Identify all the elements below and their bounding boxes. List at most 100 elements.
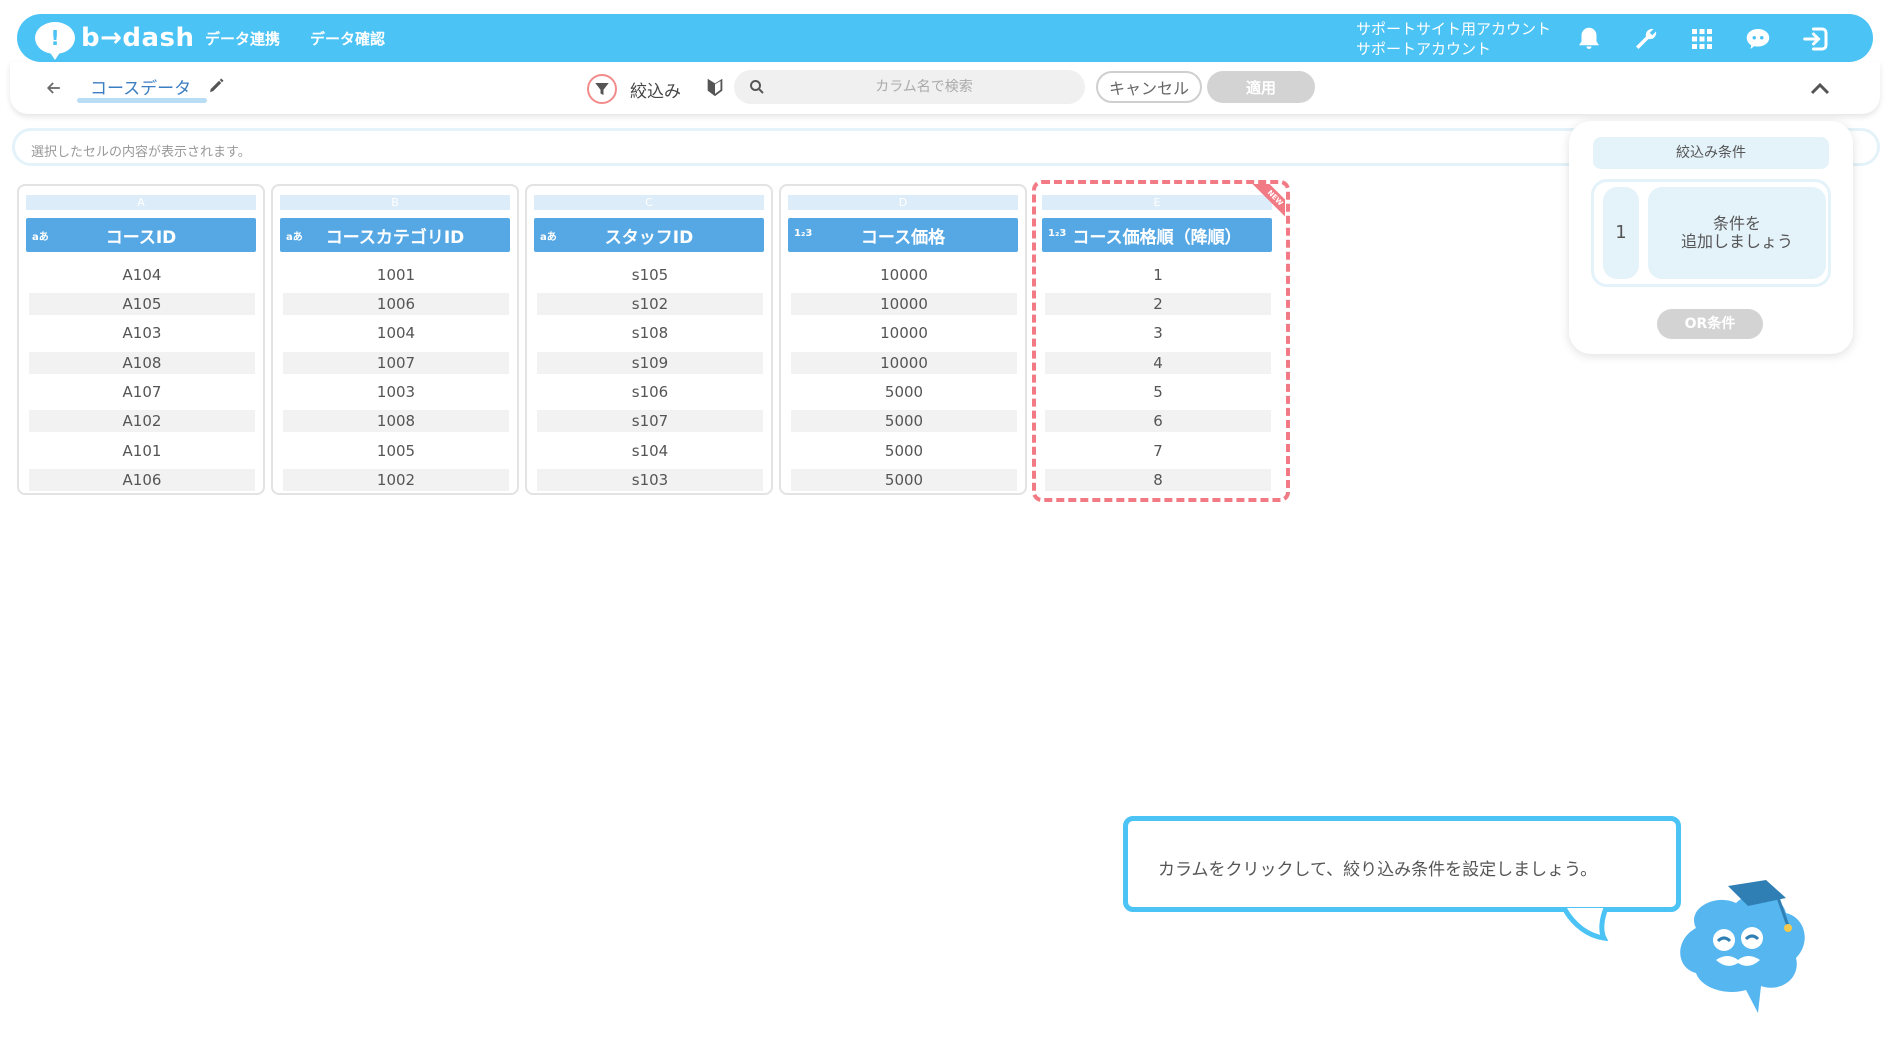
column-header-label: コースカテゴリID bbox=[325, 227, 465, 248]
table-cell[interactable]: 2 bbox=[1045, 293, 1271, 315]
grid-icon[interactable] bbox=[1687, 24, 1717, 54]
column-letter: C bbox=[534, 195, 764, 210]
column-a[interactable]: Aaあ コースID A104 A105 A103 A108 A107 A102 A101 A106 bbox=[17, 184, 265, 495]
nav-data-check[interactable]: データ確認 bbox=[310, 28, 385, 49]
table-cell[interactable]: 7 bbox=[1045, 440, 1271, 462]
column-header[interactable]: 1₂3 コース価格 bbox=[788, 218, 1018, 252]
column-search-input[interactable] bbox=[774, 70, 1074, 104]
table-cell[interactable]: 1005 bbox=[283, 440, 509, 462]
type-badge: 1₂3 bbox=[794, 228, 813, 239]
back-arrow-icon[interactable] bbox=[44, 78, 64, 98]
column-search bbox=[734, 70, 1085, 104]
table-cell[interactable]: 1003 bbox=[283, 381, 509, 403]
column-letter: B bbox=[280, 195, 510, 210]
app-header: ! b→dash データ連携 データ確認 サポートサイト用アカウント サポートア… bbox=[17, 14, 1873, 62]
table-cell[interactable]: 3 bbox=[1045, 322, 1271, 344]
account-sub: サポートアカウント bbox=[1356, 40, 1492, 58]
table-cell[interactable]: 10000 bbox=[791, 322, 1017, 344]
table-cell[interactable]: s103 bbox=[537, 469, 763, 491]
bell-icon[interactable] bbox=[1574, 24, 1604, 54]
filter-conditions-panel: 絞込み条件 1 条件を 追加しましょう OR条件 bbox=[1569, 121, 1853, 354]
mascot-icon bbox=[1680, 880, 1805, 1013]
table-cell[interactable]: s107 bbox=[537, 410, 763, 432]
table-cell[interactable]: 1002 bbox=[283, 469, 509, 491]
column-letter: E bbox=[1042, 195, 1272, 210]
or-condition-button[interactable]: OR条件 bbox=[1657, 309, 1763, 339]
breadcrumb-underline bbox=[77, 98, 207, 103]
table-cell[interactable]: 1006 bbox=[283, 293, 509, 315]
type-badge: aあ bbox=[540, 232, 557, 243]
beginner-mark-icon[interactable] bbox=[704, 76, 726, 100]
table-cell[interactable]: 10000 bbox=[791, 352, 1017, 374]
column-header[interactable]: aあ コースID bbox=[26, 218, 256, 252]
column-letter: A bbox=[26, 195, 256, 210]
column-header-label: コース価格 bbox=[860, 227, 946, 248]
pencil-icon[interactable] bbox=[207, 77, 225, 95]
type-badge: 1₂3 bbox=[1048, 228, 1067, 239]
column-letter: D bbox=[788, 195, 1018, 210]
logo[interactable]: ! b→dash bbox=[35, 22, 195, 60]
account-name: サポートサイト用アカウント bbox=[1356, 20, 1552, 38]
type-badge: aあ bbox=[32, 232, 49, 243]
table-cell[interactable]: 1 bbox=[1045, 264, 1271, 286]
table-cell[interactable]: 5000 bbox=[791, 469, 1017, 491]
cancel-button[interactable]: キャンセル bbox=[1096, 71, 1202, 103]
table-cell[interactable]: A107 bbox=[29, 381, 255, 403]
table-cell[interactable]: 10000 bbox=[791, 264, 1017, 286]
apply-button[interactable]: 適用 bbox=[1207, 71, 1315, 103]
account-info[interactable]: サポートサイト用アカウント サポートアカウント bbox=[1356, 19, 1551, 59]
table-cell[interactable]: s102 bbox=[537, 293, 763, 315]
table-cell[interactable]: A105 bbox=[29, 293, 255, 315]
column-header[interactable]: 1₂3 コース価格順（降順） bbox=[1042, 218, 1272, 252]
wrench-icon[interactable] bbox=[1631, 24, 1661, 54]
table-cell[interactable]: s108 bbox=[537, 322, 763, 344]
table-cell[interactable]: s106 bbox=[537, 381, 763, 403]
logout-icon[interactable] bbox=[1801, 24, 1831, 54]
table-cell[interactable]: 5000 bbox=[791, 440, 1017, 462]
table-cell[interactable]: 4 bbox=[1045, 352, 1271, 374]
search-icon bbox=[748, 78, 766, 96]
column-header[interactable]: aあ コースカテゴリID bbox=[280, 218, 510, 252]
table-cell[interactable]: s104 bbox=[537, 440, 763, 462]
table-cell[interactable]: A101 bbox=[29, 440, 255, 462]
nav-data-integration[interactable]: データ連携 bbox=[205, 28, 280, 49]
table-cell[interactable]: 1004 bbox=[283, 322, 509, 344]
toolbar: コースデータ 絞込み キャンセル 適用 bbox=[10, 62, 1880, 114]
table-cell[interactable]: s105 bbox=[537, 264, 763, 286]
logo-text: b→dash bbox=[81, 23, 195, 53]
add-condition-line1: 条件を bbox=[1712, 214, 1761, 233]
filter-panel-title: 絞込み条件 bbox=[1593, 137, 1829, 169]
table-cell[interactable]: 1001 bbox=[283, 264, 509, 286]
filter-label[interactable]: 絞込み bbox=[630, 77, 681, 102]
table-cell[interactable]: A104 bbox=[29, 264, 255, 286]
table-cell[interactable]: 5 bbox=[1045, 381, 1271, 403]
table-cell[interactable]: A108 bbox=[29, 352, 255, 374]
table-cell[interactable]: A103 bbox=[29, 322, 255, 344]
table-cell[interactable]: 5000 bbox=[791, 381, 1017, 403]
breadcrumb-current[interactable]: コースデータ bbox=[90, 74, 191, 99]
logo-bubble-icon: ! bbox=[35, 22, 75, 60]
table-cell[interactable]: s109 bbox=[537, 352, 763, 374]
chevron-up-icon[interactable] bbox=[1808, 78, 1832, 98]
table-cell[interactable]: 6 bbox=[1045, 410, 1271, 432]
table-cell[interactable]: 8 bbox=[1045, 469, 1271, 491]
table-cell[interactable]: 5000 bbox=[791, 410, 1017, 432]
table-cell[interactable]: 10000 bbox=[791, 293, 1017, 315]
column-e[interactable]: E 1₂3 コース価格順（降順） 1 2 3 4 5 6 7 8 bbox=[1033, 184, 1281, 495]
column-header[interactable]: aあ スタッフID bbox=[534, 218, 764, 252]
column-d[interactable]: D 1₂3 コース価格 10000 10000 10000 10000 5000 5000 500… bbox=[779, 184, 1027, 495]
table-cell[interactable]: 1008 bbox=[283, 410, 509, 432]
table-cell[interactable]: 1007 bbox=[283, 352, 509, 374]
cell-content-placeholder: 選択したセルの内容が表示されます。 bbox=[31, 145, 251, 160]
column-c[interactable]: Caあ スタッフID s105 s102 s108 s109 s106 s107 s104 s10… bbox=[525, 184, 773, 495]
table-cell[interactable]: A106 bbox=[29, 469, 255, 491]
add-condition-slot[interactable]: 条件を 追加しましょう bbox=[1648, 187, 1826, 279]
table-cell[interactable]: A102 bbox=[29, 410, 255, 432]
guide-tooltip: カラムをクリックして、絞り込み条件を設定しましょう。 bbox=[1123, 816, 1681, 912]
column-b[interactable]: Baあ コースカテゴリID 1001 1006 1004 1007 1003 1008 1005… bbox=[271, 184, 519, 495]
filter-icon[interactable] bbox=[587, 74, 617, 104]
add-condition-line2: 追加しましょう bbox=[1680, 232, 1793, 251]
column-header-label: コースID bbox=[105, 227, 177, 248]
guide-tooltip-text: カラムをクリックして、絞り込み条件を設定しましょう。 bbox=[1158, 860, 1598, 880]
support-mascot-icon[interactable] bbox=[1743, 24, 1773, 54]
